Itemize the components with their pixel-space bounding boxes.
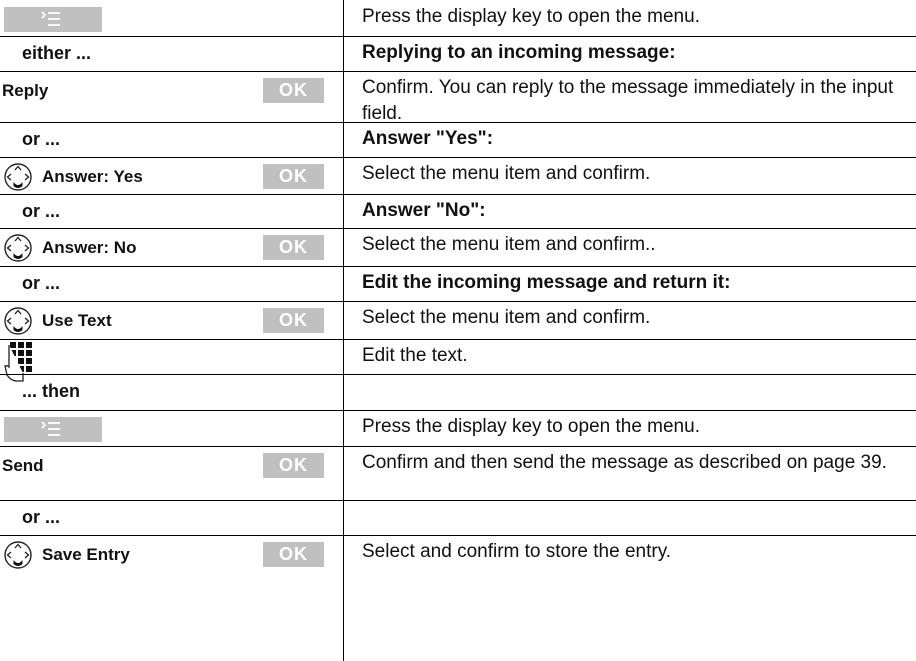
instruction-text-cell: Edit the incoming message and return it:: [344, 266, 910, 301]
menu-item-label: Reply: [2, 81, 49, 100]
ok-button[interactable]: OK: [263, 308, 324, 333]
conjunction-label: either ...: [22, 43, 92, 63]
instruction-text-cell: Press the display key to open the menu.: [344, 0, 910, 36]
ok-button[interactable]: OK: [263, 164, 324, 189]
menu-item-label: Answer: Yes: [42, 167, 143, 186]
instruction-text: Confirm. You can reply to the message im…: [362, 77, 894, 124]
instruction-text-cell: Select the menu item and confirm..: [344, 228, 910, 266]
ok-button[interactable]: OK: [263, 78, 324, 103]
nav-key-icon: [4, 541, 32, 569]
instruction-text: Select the menu item and confirm.: [362, 307, 651, 328]
instruction-key-cell: [0, 339, 343, 382]
instruction-text: Select the menu item and confirm..: [362, 234, 656, 255]
instruction-text-cell: Select the menu item and confirm.: [344, 157, 910, 194]
instruction-text: Press the display key to open the menu.: [362, 416, 700, 437]
table-row: Reply OK Confirm. You can reply to the mes…: [0, 71, 916, 124]
section-heading: Replying to an incoming message:: [362, 42, 676, 63]
instruction-text-cell: Press the display key to open the menu.: [344, 410, 910, 446]
instruction-key-cell: Use Text OK: [0, 301, 343, 339]
table-row: ... then: [0, 374, 916, 410]
table-row: Answer: No OK Select the menu item and con…: [0, 228, 916, 266]
table-row: Press the display key to open the menu.: [0, 0, 916, 36]
instruction-text-cell: Select and confirm to store the entry.: [344, 535, 910, 661]
instruction-key-cell: Reply OK: [0, 71, 343, 122]
instruction-text-cell: [344, 374, 910, 410]
instruction-text: Press the display key to open the menu.: [362, 6, 700, 27]
instruction-text: Select and confirm to store the entry.: [362, 541, 672, 562]
instruction-text-cell: Answer "No":: [344, 194, 910, 228]
section-heading: Edit the incoming message and return it:: [362, 272, 731, 293]
conjunction-label: ... then: [22, 381, 80, 401]
instruction-text-cell: Confirm. You can reply to the message im…: [344, 71, 910, 124]
table-row: Press the display key to open the menu.: [0, 410, 916, 446]
instruction-key-cell: or ...: [0, 500, 343, 535]
nav-key-icon: [4, 163, 32, 191]
instruction-key-cell: Send OK: [0, 446, 343, 500]
menu-softkey-button[interactable]: [4, 417, 102, 442]
table-row: or ... Answer "No":: [0, 194, 916, 228]
nav-key-icon: [4, 307, 32, 335]
instruction-table: Press the display key to open the menu. e…: [0, 0, 916, 661]
menu-softkey-icon: [41, 11, 60, 26]
table-row: or ... Edit the incoming message and retu…: [0, 266, 916, 301]
instruction-key-cell: either ...: [0, 36, 343, 71]
conjunction-label: or ...: [22, 507, 61, 527]
menu-softkey-icon: [41, 421, 60, 436]
instruction-key-cell: [0, 0, 343, 36]
table-row: Use Text OK Select the menu item and confi…: [0, 301, 916, 339]
instruction-text-cell: [344, 500, 910, 535]
instruction-key-cell: ... then: [0, 374, 343, 410]
conjunction-label: or ...: [22, 273, 61, 293]
menu-softkey-button[interactable]: [4, 7, 102, 32]
table-row: Send OK Confirm and then send the message …: [0, 446, 916, 500]
section-heading: Answer "No":: [362, 200, 486, 221]
table-row: or ... Answer "Yes":: [0, 122, 916, 157]
table-row: or ...: [0, 500, 916, 535]
conjunction-label: or ...: [22, 129, 61, 149]
menu-item-label: Send: [2, 456, 44, 475]
instruction-text: Select the menu item and confirm.: [362, 163, 651, 184]
table-row: Save Entry OK Select and confirm to store …: [0, 535, 916, 661]
instruction-key-cell: Answer: Yes OK: [0, 157, 343, 194]
instruction-text-cell: Answer "Yes":: [344, 122, 910, 157]
nav-key-icon: [4, 234, 32, 262]
table-row: Answer: Yes OK Select the menu item and co…: [0, 157, 916, 194]
table-row: either ... Replying to an incoming messag…: [0, 36, 916, 71]
ok-button[interactable]: OK: [263, 453, 324, 478]
menu-item-label: Answer: No: [42, 238, 137, 257]
instruction-key-cell: [0, 410, 343, 446]
instruction-key-cell: Save Entry OK: [0, 535, 343, 661]
menu-item-label: Use Text: [42, 311, 112, 330]
instruction-key-cell: or ...: [0, 122, 343, 157]
instruction-text-cell: Replying to an incoming message:: [344, 36, 910, 71]
table-row: Edit the text.: [0, 339, 916, 382]
section-heading: Answer "Yes":: [362, 128, 494, 149]
instruction-text-cell: Select the menu item and confirm.: [344, 301, 910, 339]
instruction-key-cell: or ...: [0, 194, 343, 228]
instruction-text: Edit the text.: [362, 345, 468, 366]
ok-button[interactable]: OK: [263, 542, 324, 567]
instruction-key-cell: or ...: [0, 266, 343, 301]
conjunction-label: or ...: [22, 201, 61, 221]
instruction-text: Confirm and then send the message as des…: [362, 452, 887, 473]
ok-button[interactable]: OK: [263, 235, 324, 260]
instruction-text-cell: Edit the text.: [344, 339, 910, 374]
instruction-key-cell: Answer: No OK: [0, 228, 343, 266]
menu-item-label: Save Entry: [42, 545, 130, 564]
instruction-text-cell: Confirm and then send the message as des…: [344, 446, 910, 500]
